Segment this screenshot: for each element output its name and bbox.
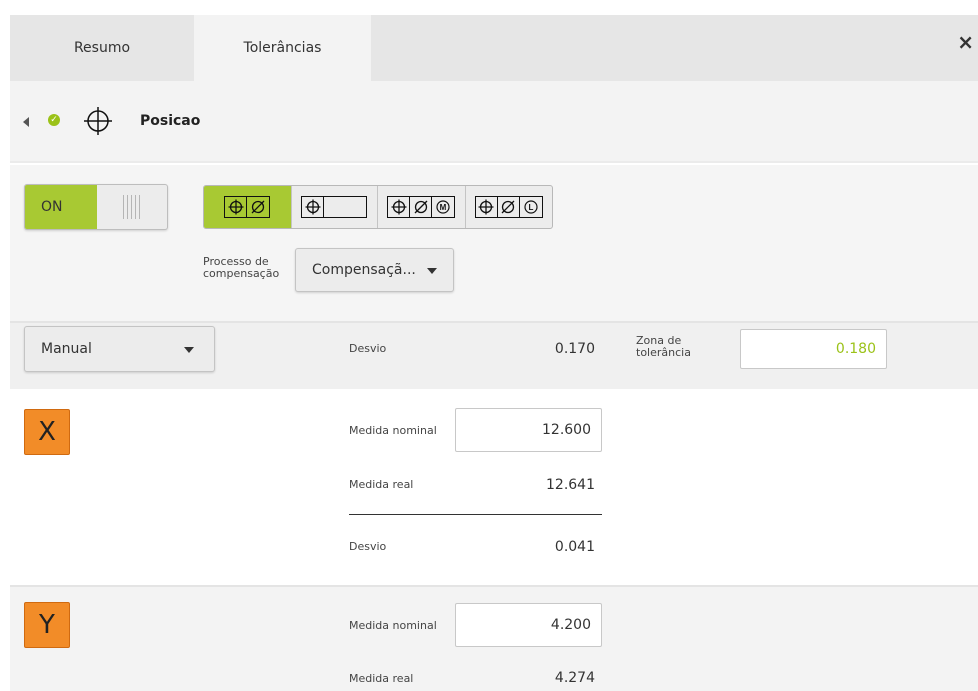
toggle-on-label: ON xyxy=(25,185,97,229)
fcf-symbol: M xyxy=(387,196,456,218)
deviation-value: 0.170 xyxy=(554,341,595,357)
mmc-modifier-icon: M xyxy=(432,197,454,217)
x-deviation-value: 0.041 xyxy=(554,539,595,555)
tolerance-zone-input[interactable]: 0.180 xyxy=(740,329,887,369)
feature-header: ✓ Posicao xyxy=(10,81,978,163)
y-nominal-input[interactable]: 4.200 xyxy=(455,603,602,647)
tolerance-zone-label: Zona de tolerância xyxy=(636,334,691,359)
tolerance-type-selector: M L xyxy=(203,185,553,229)
tolerance-type-diameter[interactable] xyxy=(204,186,292,228)
x-actual-value: 12.641 xyxy=(546,477,595,493)
lmc-modifier-icon: L xyxy=(520,197,542,217)
y-axis-badge: Y xyxy=(24,602,70,648)
position-symbol-icon xyxy=(388,197,411,217)
toggle-grip-icon xyxy=(123,195,143,219)
compensation-selected: Compensaçã... xyxy=(312,262,416,278)
tolerance-type-mmc[interactable]: M xyxy=(378,186,466,228)
on-off-toggle[interactable]: ON xyxy=(24,184,168,230)
svg-text:M: M xyxy=(440,203,447,212)
caret-down-icon xyxy=(184,347,194,353)
x-actual-label: Medida real xyxy=(349,478,414,491)
close-icon[interactable]: × xyxy=(957,30,974,54)
position-symbol-icon xyxy=(225,197,248,217)
method-dropdown[interactable]: Manual xyxy=(24,326,215,372)
x-axis-badge: X xyxy=(24,409,70,455)
x-deviation-label: Desvio xyxy=(349,540,387,553)
diameter-icon xyxy=(498,197,520,217)
chevron-left-icon[interactable] xyxy=(23,117,29,127)
y-actual-value: 4.274 xyxy=(554,670,595,686)
tolerance-type-lmc[interactable]: L xyxy=(466,186,553,228)
x-nominal-label: Medida nominal xyxy=(349,424,437,437)
compensation-dropdown[interactable]: Compensaçã... xyxy=(295,248,454,292)
check-circle-icon: ✓ xyxy=(48,114,60,126)
x-nominal-input[interactable]: 12.600 xyxy=(455,408,602,452)
compensation-label: Processo de compensação xyxy=(203,255,280,280)
method-selected: Manual xyxy=(41,341,92,357)
tolerance-type-plain[interactable] xyxy=(292,186,378,228)
position-symbol-icon xyxy=(84,107,112,135)
empty-cell xyxy=(324,197,366,217)
diameter-icon xyxy=(410,197,433,217)
y-nominal-label: Medida nominal xyxy=(349,619,437,632)
diameter-icon xyxy=(247,197,269,217)
y-actual-label: Medida real xyxy=(349,672,414,685)
svg-text:L: L xyxy=(528,203,533,212)
tab-tolerancias[interactable]: Tolerâncias xyxy=(194,15,371,81)
caret-down-icon xyxy=(427,268,437,274)
fcf-symbol: L xyxy=(474,196,543,218)
fcf-symbol xyxy=(224,196,271,218)
deviation-label: Desvio xyxy=(349,342,387,355)
page-title: Posicao xyxy=(140,113,201,129)
tab-resumo[interactable]: Resumo xyxy=(10,15,194,81)
fcf-symbol xyxy=(301,196,368,218)
divider xyxy=(349,514,602,515)
position-symbol-icon xyxy=(476,197,498,217)
position-symbol-icon xyxy=(302,197,325,217)
